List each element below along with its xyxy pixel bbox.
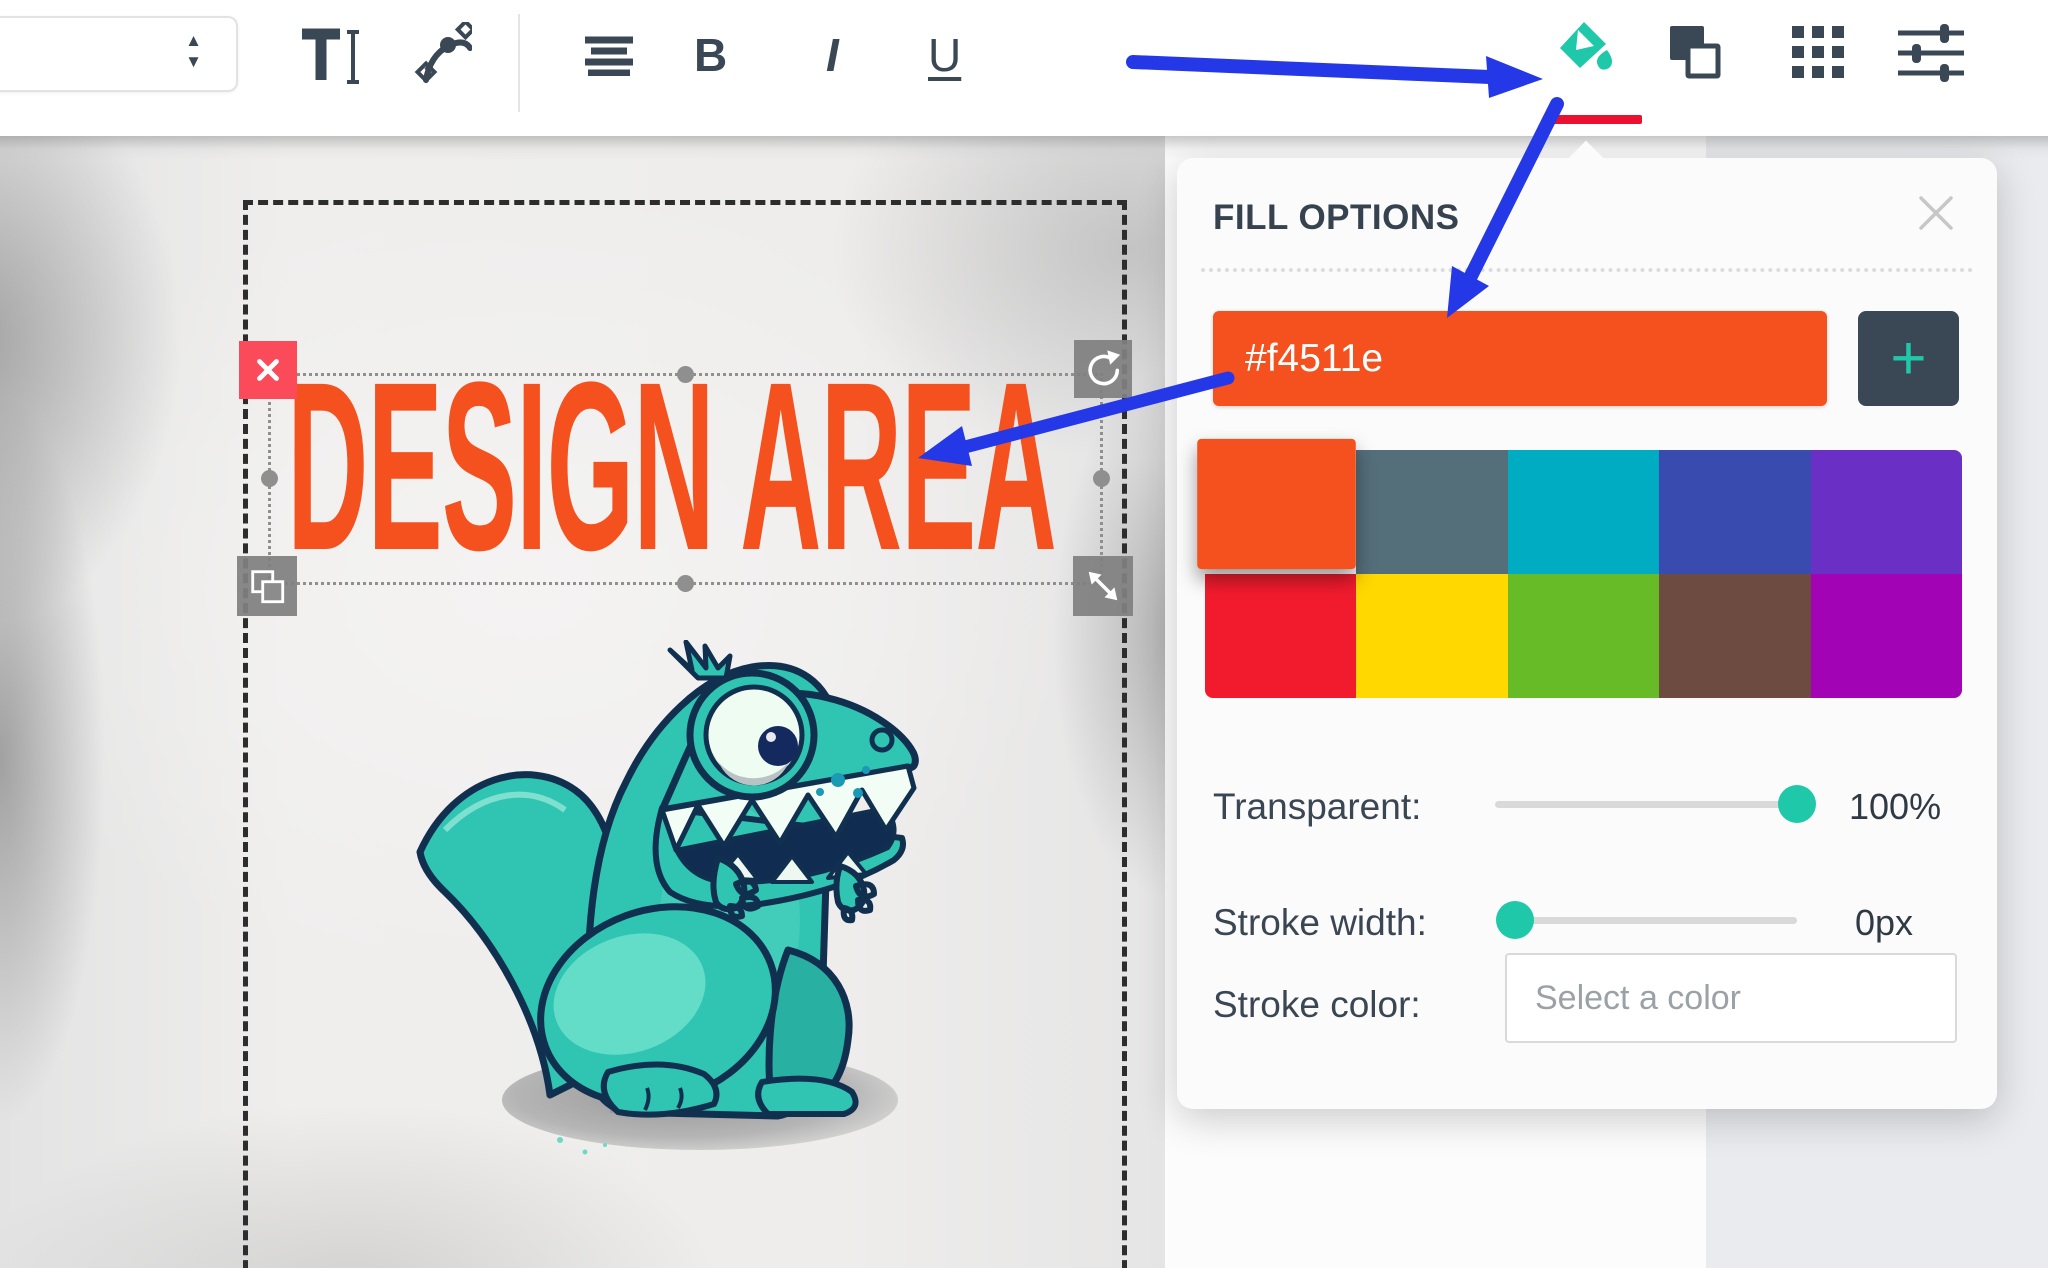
- layers-button[interactable]: [1666, 22, 1726, 87]
- swatch-violet[interactable]: [1810, 450, 1962, 574]
- grid-icon: [1792, 26, 1844, 78]
- swatch-slate[interactable]: [1356, 450, 1508, 574]
- panel-title: FILL OPTIONS: [1213, 198, 1460, 237]
- add-color-button[interactable]: +: [1858, 311, 1959, 406]
- fill-hex-input[interactable]: #f4511e: [1213, 311, 1827, 406]
- color-swatch-palette: [1197, 438, 1962, 698]
- resize-element-button[interactable]: [1073, 556, 1133, 616]
- panel-close-button[interactable]: [1913, 190, 1959, 236]
- stroke-width-slider-knob[interactable]: [1496, 901, 1534, 939]
- duplicate-icon: [251, 570, 285, 604]
- selection-handle-top[interactable]: [676, 366, 694, 383]
- italic-button[interactable]: I: [826, 28, 839, 82]
- rotate-element-button[interactable]: [1074, 340, 1132, 398]
- text-tool-icon: [302, 28, 359, 84]
- swatch-yellow[interactable]: [1356, 574, 1508, 698]
- font-size-stepper[interactable]: ▲ ▼: [0, 16, 238, 92]
- close-x-icon: [257, 359, 279, 381]
- selection-handle-right[interactable]: [1093, 470, 1110, 487]
- rotate-icon: [1088, 350, 1121, 386]
- stroke-width-slider-track[interactable]: [1515, 917, 1797, 924]
- toolbar-shadow: [0, 136, 2048, 160]
- swatch-cyan[interactable]: [1507, 450, 1660, 574]
- adjustments-button[interactable]: [1898, 24, 1964, 87]
- active-tool-underline: [1548, 115, 1642, 124]
- transparent-label: Transparent:: [1213, 786, 1422, 827]
- plus-icon: +: [1890, 324, 1927, 393]
- close-icon: [1919, 196, 1953, 230]
- fill-bucket-button[interactable]: [1554, 16, 1618, 87]
- stroke-width-label: Stroke width:: [1213, 902, 1427, 943]
- toolbar-divider: [518, 14, 520, 112]
- dinosaur-artwork[interactable]: [400, 640, 930, 1240]
- top-toolbar: ▲ ▼ B I U: [0, 0, 2048, 136]
- dino-eye: [686, 669, 818, 801]
- text-align-icon: [585, 36, 633, 77]
- swatch-green[interactable]: [1507, 574, 1660, 698]
- panel-divider: [1201, 268, 1973, 272]
- swatch-orange-selected[interactable]: [1197, 438, 1357, 570]
- stepper-arrows-icon[interactable]: ▲ ▼: [185, 32, 202, 70]
- text-align-button[interactable]: [584, 36, 634, 81]
- swatch-magenta[interactable]: [1810, 574, 1962, 698]
- fill-options-panel: FILL OPTIONS #f4511e + Transparent: 100%: [1177, 140, 1997, 1109]
- selection-bounding-box[interactable]: [261, 366, 1110, 592]
- transparent-slider-knob[interactable]: [1778, 785, 1816, 823]
- swatch-indigo[interactable]: [1659, 450, 1811, 574]
- bold-button[interactable]: B: [694, 28, 727, 82]
- transparent-slider-track[interactable]: [1495, 801, 1797, 808]
- stroke-width-value: 0px: [1855, 902, 1914, 943]
- text-tool-button[interactable]: [300, 28, 366, 91]
- swatch-red[interactable]: [1205, 574, 1357, 698]
- swatch-brown[interactable]: [1659, 574, 1811, 698]
- transparent-value: 100%: [1849, 786, 1942, 827]
- pen-tool-button[interactable]: [412, 18, 477, 89]
- duplicate-element-button[interactable]: [237, 556, 297, 616]
- delete-element-button[interactable]: [239, 341, 297, 399]
- fill-bucket-icon: [1560, 22, 1613, 70]
- stroke-color-input[interactable]: Select a color: [1505, 953, 1957, 1043]
- selection-handle-left[interactable]: [261, 470, 278, 487]
- resize-diagonal-icon: [1088, 571, 1118, 601]
- underline-button[interactable]: U: [928, 28, 961, 82]
- layers-icon: [1670, 26, 1721, 79]
- pen-tool-icon: [414, 18, 477, 84]
- design-editor-app: DESIGN AREA ▲ ▼ B I U FILL OPTIONS #f451…: [0, 0, 2048, 1268]
- adjustments-sliders-icon: [1898, 24, 1964, 82]
- stroke-color-label: Stroke color:: [1213, 984, 1421, 1025]
- grid-button[interactable]: [1792, 26, 1846, 85]
- selection-handle-bottom[interactable]: [676, 575, 694, 592]
